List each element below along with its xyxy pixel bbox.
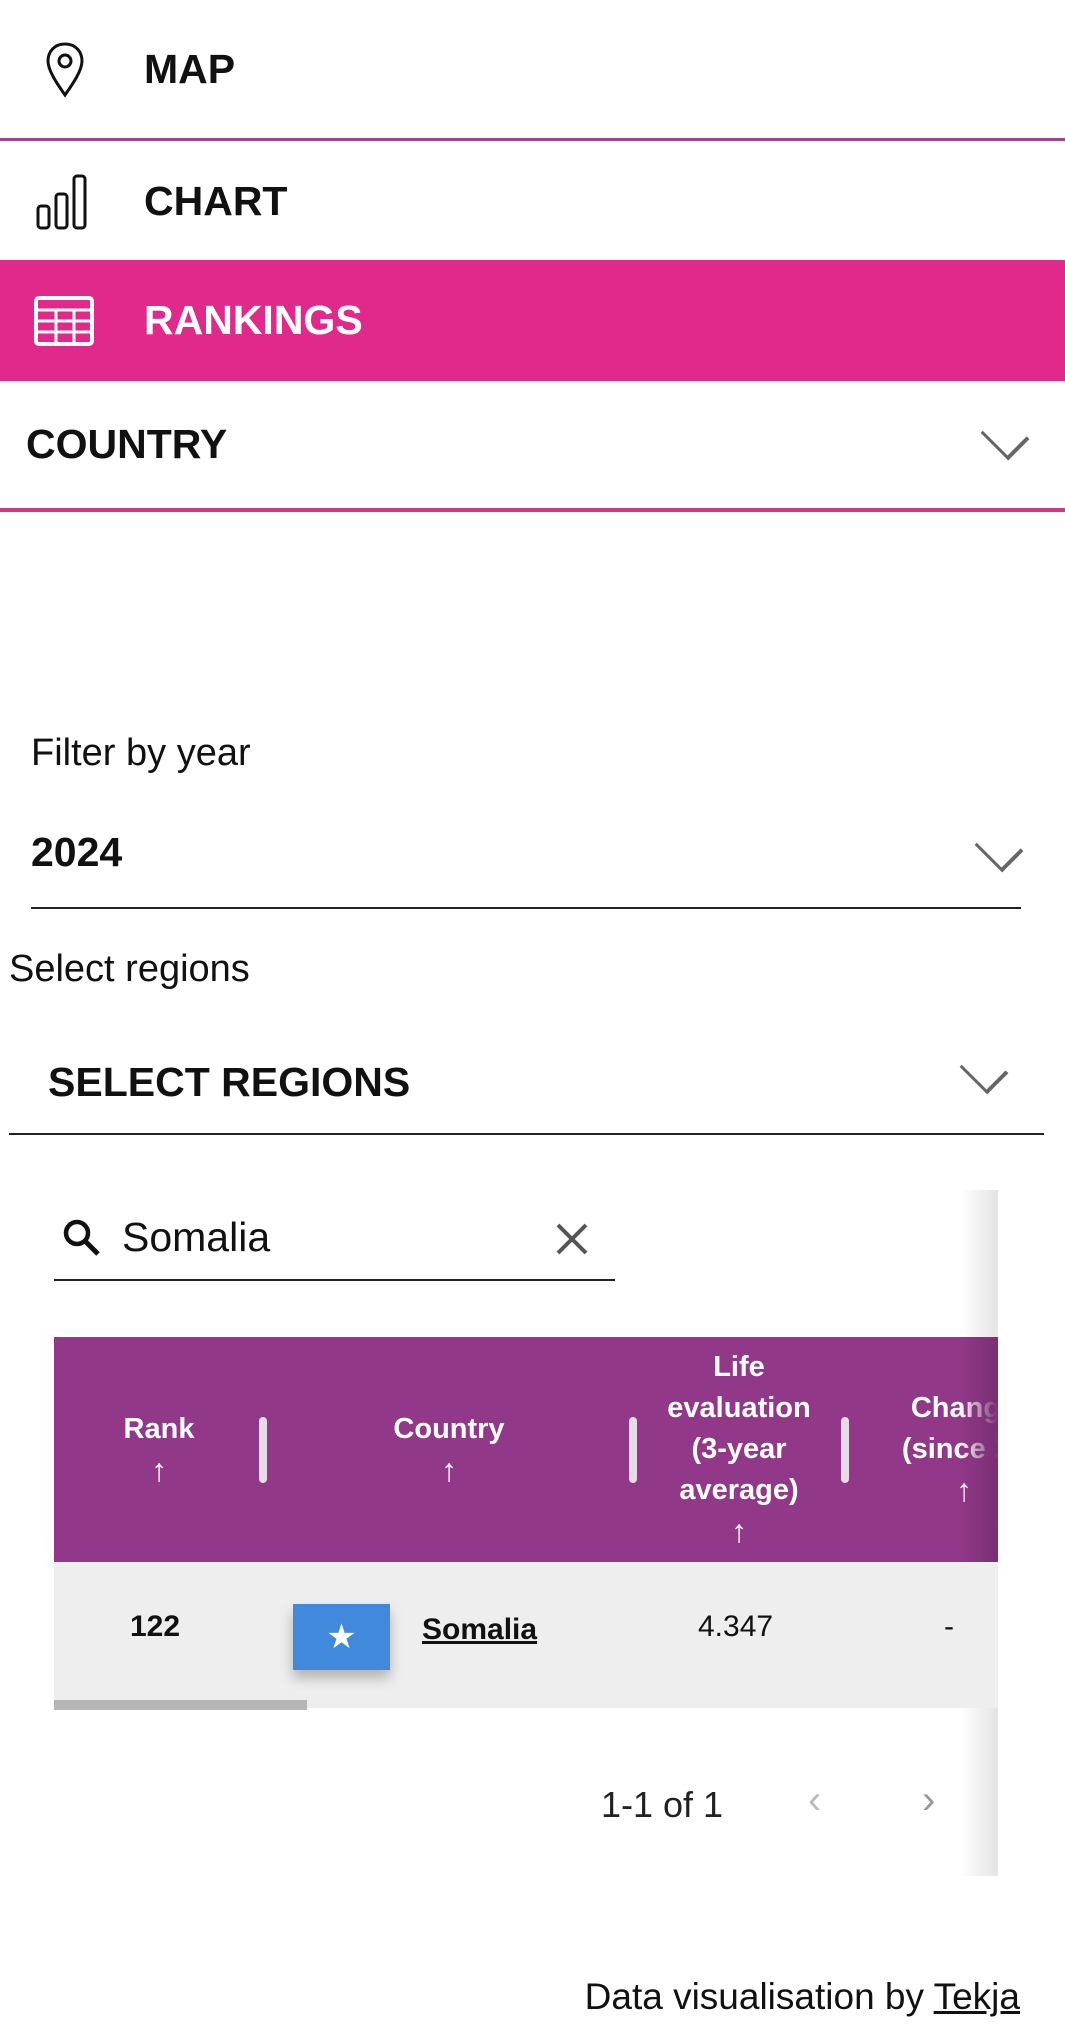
country-link[interactable]: Somalia: [422, 1613, 537, 1647]
column-resize-handle[interactable]: [841, 1417, 849, 1483]
search-input[interactable]: Somalia: [54, 1205, 615, 1281]
chevron-down-icon: [980, 411, 1030, 461]
nav-item-rankings[interactable]: RANKINGS: [0, 260, 1065, 381]
table-header: Rank ↑ Country ↑ Life evaluation (3-year a…: [54, 1337, 1026, 1562]
bar-chart-icon: [36, 174, 87, 230]
somalia-flag-icon: ★: [293, 1604, 390, 1670]
column-resize-handle[interactable]: [259, 1417, 267, 1483]
chevron-down-icon: [974, 823, 1024, 873]
nav-item-map[interactable]: MAP: [0, 0, 1065, 141]
life-evaluation-cell: 4.347: [698, 1610, 774, 1643]
pagination-status: 1-1 of 1: [601, 1784, 724, 1825]
column-rank[interactable]: Rank ↑: [54, 1337, 264, 1562]
view-select[interactable]: COUNTRY: [0, 381, 1065, 512]
sort-up-icon: ↑: [731, 1513, 747, 1549]
horizontal-scrollbar[interactable]: [54, 1700, 307, 1710]
view-select-value: COUNTRY: [26, 421, 228, 467]
nav-label: RANKINGS: [144, 297, 363, 343]
year-filter-label: Filter by year: [31, 732, 251, 774]
year-select[interactable]: 2024: [31, 815, 1024, 909]
column-resize-handle[interactable]: [629, 1417, 637, 1483]
header-label: Rank: [123, 1412, 195, 1445]
table-icon: [34, 295, 94, 346]
search-icon: [63, 1219, 100, 1256]
year-value: 2024: [31, 829, 123, 875]
sort-up-icon: ↑: [441, 1451, 457, 1488]
nav-label: CHART: [144, 177, 288, 224]
sort-up-icon: ↑: [151, 1451, 167, 1488]
tekja-link[interactable]: Tekja: [934, 1976, 1020, 2017]
region-value: SELECT REGIONS: [48, 1059, 411, 1105]
chevron-down-icon: [959, 1045, 1009, 1095]
prev-page-button[interactable]: ‹: [808, 1778, 821, 1823]
region-select[interactable]: SELECT REGIONS: [9, 1035, 1044, 1135]
header-fade: [960, 1337, 998, 1562]
nav-label: MAP: [144, 45, 236, 92]
table-row: 122 ★ Somalia 4.347 -: [54, 1562, 998, 1708]
change-cell: -: [944, 1610, 954, 1643]
next-page-button[interactable]: ›: [922, 1778, 935, 1823]
column-change[interactable]: Change (since 20↑: [849, 1337, 1065, 1562]
footer-text: Data visualisation by: [584, 1976, 934, 2017]
region-filter-label: Select regions: [9, 948, 250, 990]
column-life-evaluation[interactable]: Life evaluation (3-year average) ↑: [639, 1337, 839, 1562]
header-label: Life evaluation (3-year average): [667, 1351, 811, 1506]
search-value: Somalia: [122, 1214, 271, 1260]
column-country[interactable]: Country ↑: [274, 1337, 624, 1562]
footer-credit: Data visualisation by Tekja: [585, 1976, 1020, 2018]
header-label: Country: [393, 1412, 505, 1445]
map-pin-icon: [46, 42, 84, 98]
clear-icon[interactable]: [554, 1221, 590, 1257]
nav-item-chart[interactable]: CHART: [0, 142, 1065, 260]
rank-cell: 122: [130, 1610, 181, 1643]
